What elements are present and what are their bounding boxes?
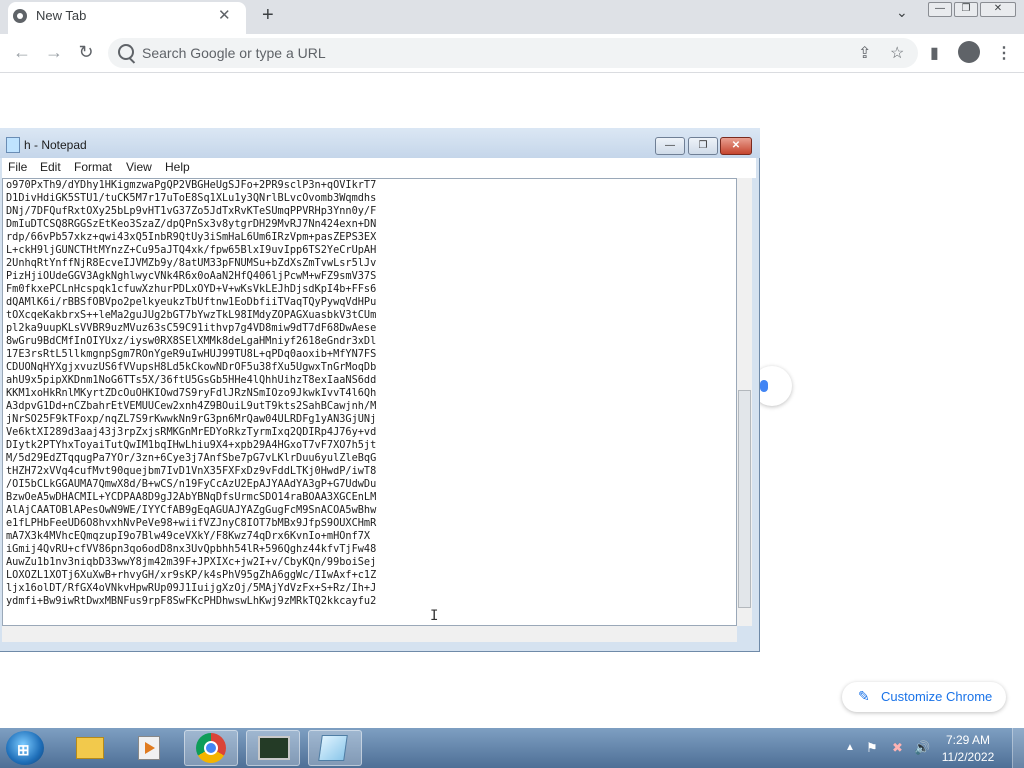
notepad-text-content[interactable]: o970PxTh9/dYDhy1HKigmzwaPgQP2VBGHeUgSJFo… (6, 179, 736, 608)
notepad-close-button[interactable]: ✕ (720, 137, 752, 155)
notepad-title: h - Notepad (24, 138, 87, 152)
pencil-icon: ✎ (858, 688, 870, 704)
menu-edit[interactable]: Edit (40, 160, 61, 174)
task-manager-icon (258, 736, 290, 760)
reload-button[interactable]: ↻ (74, 42, 98, 63)
tab-close-icon[interactable]: ✕ (218, 6, 231, 24)
side-panel-icon[interactable]: ▮ (930, 43, 939, 63)
menu-help[interactable]: Help (165, 160, 190, 174)
chrome-menu-icon[interactable]: ⋮ (996, 43, 1012, 63)
clock-time[interactable]: 7:29 AM (938, 733, 998, 747)
customize-chrome-label[interactable]: Customize Chrome (881, 689, 992, 704)
folder-icon (76, 737, 104, 759)
search-icon (118, 44, 134, 60)
bookmark-star-icon[interactable]: ☆ (890, 43, 904, 63)
horizontal-scrollbar[interactable] (2, 626, 737, 642)
notepad-titlebar[interactable] (0, 128, 760, 158)
notepad-menubar (2, 158, 756, 178)
notepad-icon (6, 137, 20, 153)
menu-view[interactable]: View (126, 160, 152, 174)
text-cursor-icon: I (430, 608, 439, 624)
notepad-minimize-button[interactable]: — (655, 137, 685, 155)
back-button[interactable]: ← (10, 42, 34, 63)
network-icon[interactable]: ✖ (892, 740, 903, 756)
action-center-icon[interactable]: ⚑ (866, 740, 878, 756)
show-desktop-button[interactable] (1012, 728, 1024, 768)
show-hidden-icons[interactable]: ▲ (845, 742, 855, 753)
notepad-taskbar-icon (318, 735, 348, 761)
menu-format[interactable]: Format (74, 160, 112, 174)
close-window-button[interactable]: ✕ (980, 2, 1016, 17)
clock-date[interactable]: 11/2/2022 (938, 750, 998, 764)
microphone-icon (760, 380, 768, 392)
volume-icon[interactable]: 🔊 (914, 740, 930, 756)
menu-file[interactable]: File (8, 160, 27, 174)
chrome-tab-icon (13, 9, 27, 23)
profile-avatar[interactable] (958, 41, 980, 63)
media-player-icon (138, 736, 160, 760)
share-icon[interactable]: ⇪ (858, 43, 871, 63)
chrome-icon (196, 733, 226, 763)
restore-button[interactable]: ❐ (954, 2, 978, 17)
notepad-maximize-button[interactable]: ❐ (688, 137, 718, 155)
omnibox-placeholder[interactable]: Search Google or type a URL (142, 45, 326, 61)
forward-button[interactable]: → (42, 42, 66, 63)
windows-logo-icon: ⊞ (17, 742, 30, 759)
vertical-scroll-thumb[interactable] (738, 390, 751, 608)
minimize-button[interactable]: — (928, 2, 952, 17)
tab-search-button[interactable]: ⌄ (896, 4, 908, 21)
new-tab-button[interactable]: + (262, 4, 274, 27)
tab-title: New Tab (36, 8, 87, 23)
